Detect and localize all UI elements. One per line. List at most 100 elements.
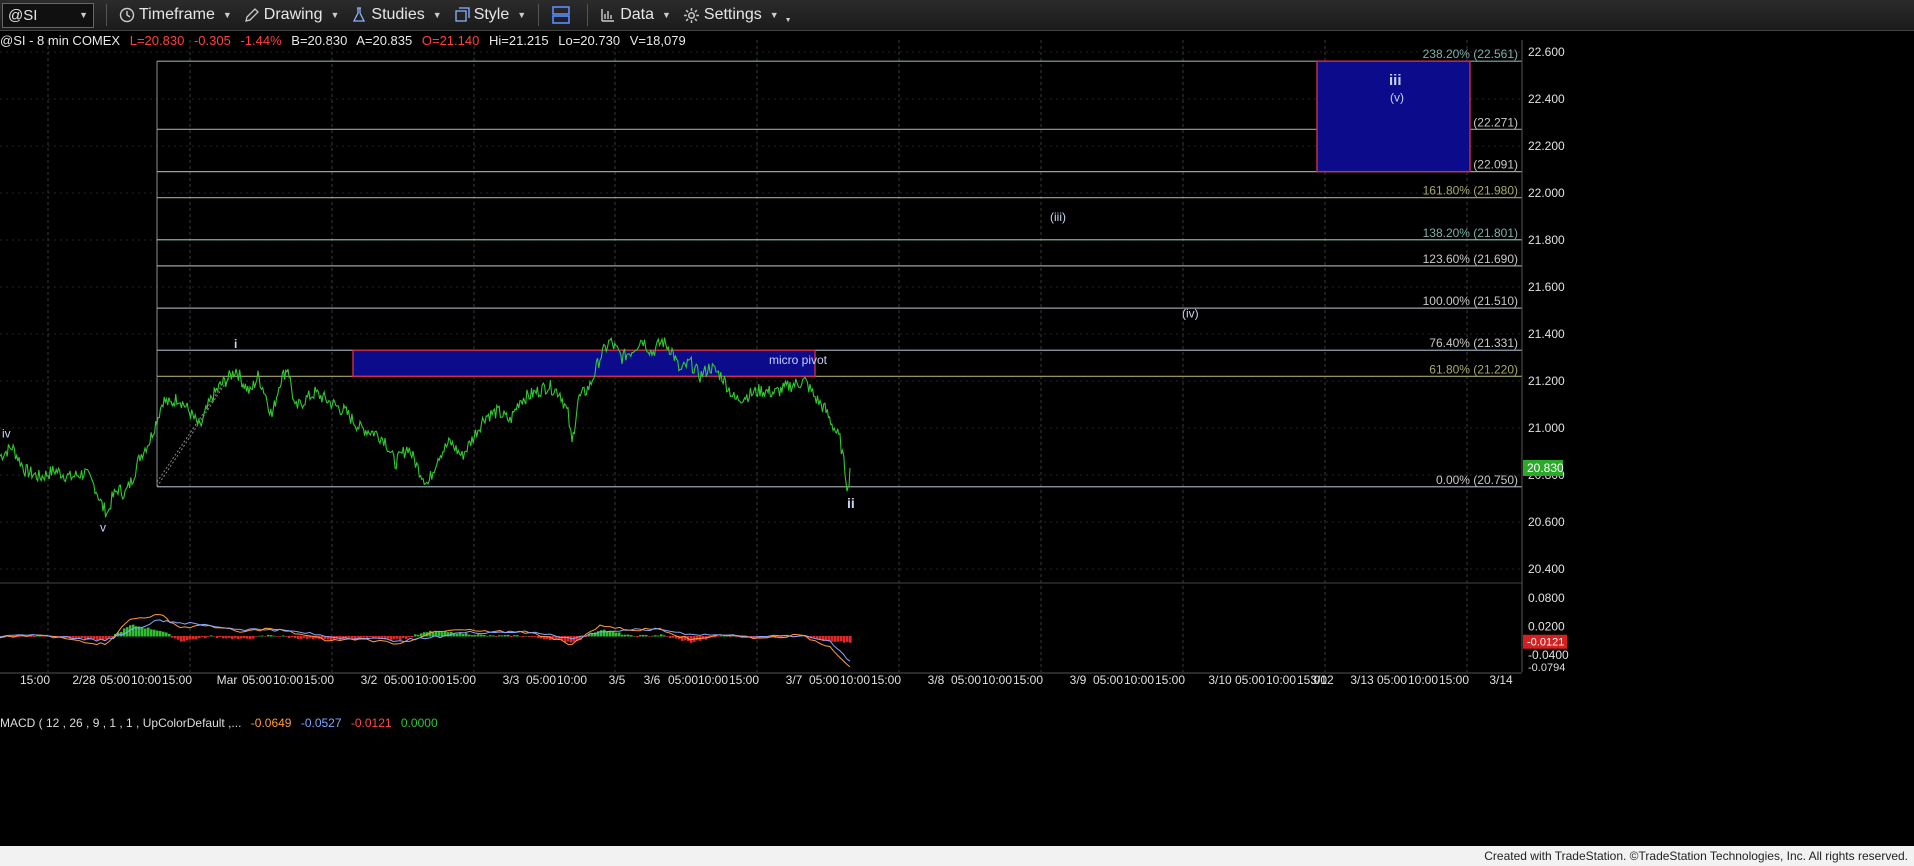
macd-histogram-bar: [150, 629, 153, 637]
macd-histogram-bar: [501, 635, 504, 637]
macd-histogram-bar: [669, 636, 672, 639]
studies-menu[interactable]: Studies ▼: [351, 6, 442, 24]
settings-menu[interactable]: Settings ▼ ▼: [683, 6, 792, 24]
timeframe-menu[interactable]: Timeframe ▼: [119, 6, 232, 24]
wave-label: v: [100, 520, 106, 534]
macd-histogram-bar: [240, 636, 243, 639]
macd-histogram-bar: [720, 635, 723, 637]
price-tick-label: 21.200: [1528, 374, 1565, 388]
macd-histogram-bar: [369, 636, 372, 637]
target-boxes: micro pivot: [352, 60, 1471, 377]
time-tick-label: 10:00: [1408, 673, 1438, 687]
macd-histogram-bar: [534, 636, 537, 637]
macd-histogram-bar: [396, 636, 399, 639]
drawing-menu[interactable]: Drawing ▼: [244, 6, 340, 24]
window-layout-button[interactable]: [551, 5, 575, 25]
macd-histogram-bar: [132, 624, 135, 637]
macd-histogram-bar: [651, 635, 654, 637]
macd-histogram-bar: [141, 627, 144, 637]
macd-histogram-bar: [123, 628, 126, 637]
macd-histogram-bar: [498, 635, 501, 637]
macd-histogram-bar: [630, 635, 633, 637]
macd-histogram-bar: [234, 636, 237, 639]
time-tick-label: 05:00: [384, 673, 414, 687]
macd-histogram-bar: [507, 634, 510, 637]
macd-histogram-bar: [465, 633, 468, 637]
time-tick-label: 3/8: [928, 673, 945, 687]
fib-level-label: 123.60% (21.690): [1423, 252, 1518, 266]
macd-histogram-bar: [522, 636, 525, 637]
macd-histogram-bar: [825, 636, 828, 641]
macd-histogram-bar: [420, 633, 423, 637]
macd-histogram-bar: [303, 636, 306, 638]
macd-histogram-bar: [144, 628, 147, 637]
macd-histogram-bar: [411, 636, 414, 638]
macd-header: MACD ( 12 , 26 , 9 , 1 , 1 , UpColorDefa…: [0, 716, 444, 730]
macd-histogram-bar: [255, 636, 258, 637]
flask-icon: [353, 7, 366, 22]
price-tick-label: 20.400: [1528, 562, 1565, 576]
macd-histogram-bar: [348, 636, 351, 639]
symbol-input[interactable]: @SI ▼: [2, 2, 94, 28]
macd-histogram-bar: [417, 634, 420, 637]
macd-histogram-bar: [642, 634, 645, 637]
data-menu[interactable]: Data ▼: [600, 6, 671, 24]
macd-histogram-bar: [390, 636, 393, 640]
macd-histogram-bar: [528, 636, 531, 637]
macd-tick-label: 0.0800: [1528, 591, 1565, 605]
macd-signal-line: [0, 619, 851, 662]
macd-histogram-bar: [285, 636, 288, 637]
macd-histogram-bar: [525, 635, 528, 637]
price-axis[interactable]: 22.600 22.400 22.200 22.000 21.800 21.600 21.4…: [1521, 40, 1565, 672]
macd-histogram-bar: [237, 636, 240, 640]
macd-histogram-bar: [81, 636, 84, 639]
time-tick-label: 15:00: [446, 673, 476, 687]
macd-histogram-bar: [267, 634, 270, 637]
fib-level-label: 238.20% (22.561): [1423, 47, 1518, 61]
macd-histogram-bar: [591, 633, 594, 637]
macd-title: MACD ( 12 , 26 , 9 , 1 , 1 , UpColorDefa…: [0, 716, 242, 730]
price-chart[interactable]: 238.20% (22.561)200.00% (22.271)176.40% …: [0, 31, 1914, 831]
price-tick-label: 22.000: [1528, 186, 1565, 200]
macd-histogram-bar: [663, 635, 666, 637]
wave-label: ii: [847, 495, 855, 511]
macd-histogram-bar: [201, 636, 204, 638]
time-tick-label: 15:00: [1155, 673, 1185, 687]
macd-histogram-bar: [168, 633, 171, 637]
macd-histogram-bar: [672, 636, 675, 638]
macd-histogram-bar: [207, 636, 210, 637]
macd-histogram-bar: [717, 636, 720, 637]
macd-histogram-bar: [252, 636, 255, 639]
macd-histogram-bar: [489, 635, 492, 637]
wave-label: (iii): [1050, 210, 1066, 224]
fib-level-label: 61.80% (21.220): [1429, 362, 1518, 376]
macd-histogram-bar: [297, 636, 300, 640]
time-tick-label: 10:00: [982, 673, 1012, 687]
chevron-down-icon[interactable]: ▼: [79, 10, 88, 20]
macd-histogram-bar: [837, 636, 840, 642]
macd-histogram-bar: [18, 636, 21, 638]
macd-histogram-bar: [639, 635, 642, 637]
wave-label: (v): [1390, 90, 1404, 104]
macd-histogram-bar: [513, 635, 516, 637]
macd-histogram-bar: [171, 636, 174, 638]
time-tick-label: 15:00: [20, 673, 50, 687]
pencil-icon: [244, 8, 259, 22]
style-menu[interactable]: Style ▼: [454, 6, 526, 24]
toolbar-divider: [106, 4, 107, 26]
macd-histogram-bar: [846, 636, 849, 642]
macd-histogram-bar: [279, 636, 282, 637]
macd-last-label: -0.0121: [1527, 637, 1564, 649]
macd-histogram-bar: [492, 635, 495, 637]
macd-histogram-bar: [219, 636, 222, 638]
symbol-value: @SI: [8, 6, 38, 24]
time-tick-label: 15:00: [1013, 673, 1043, 687]
time-tick-label: 3/7: [786, 673, 803, 687]
macd-histogram-bar: [42, 636, 45, 637]
time-axis[interactable]: 15:00 2/28 05:00 10:00 15:00 Mar 05:00 10:00 15:…: [0, 672, 1522, 687]
chevron-down-icon: ▼: [222, 10, 232, 20]
chevron-down-icon: ▼: [330, 10, 340, 20]
time-tick-label: 05:00: [1093, 673, 1123, 687]
macd-histogram-bar: [174, 636, 177, 639]
time-tick-label: 10:00: [698, 673, 728, 687]
